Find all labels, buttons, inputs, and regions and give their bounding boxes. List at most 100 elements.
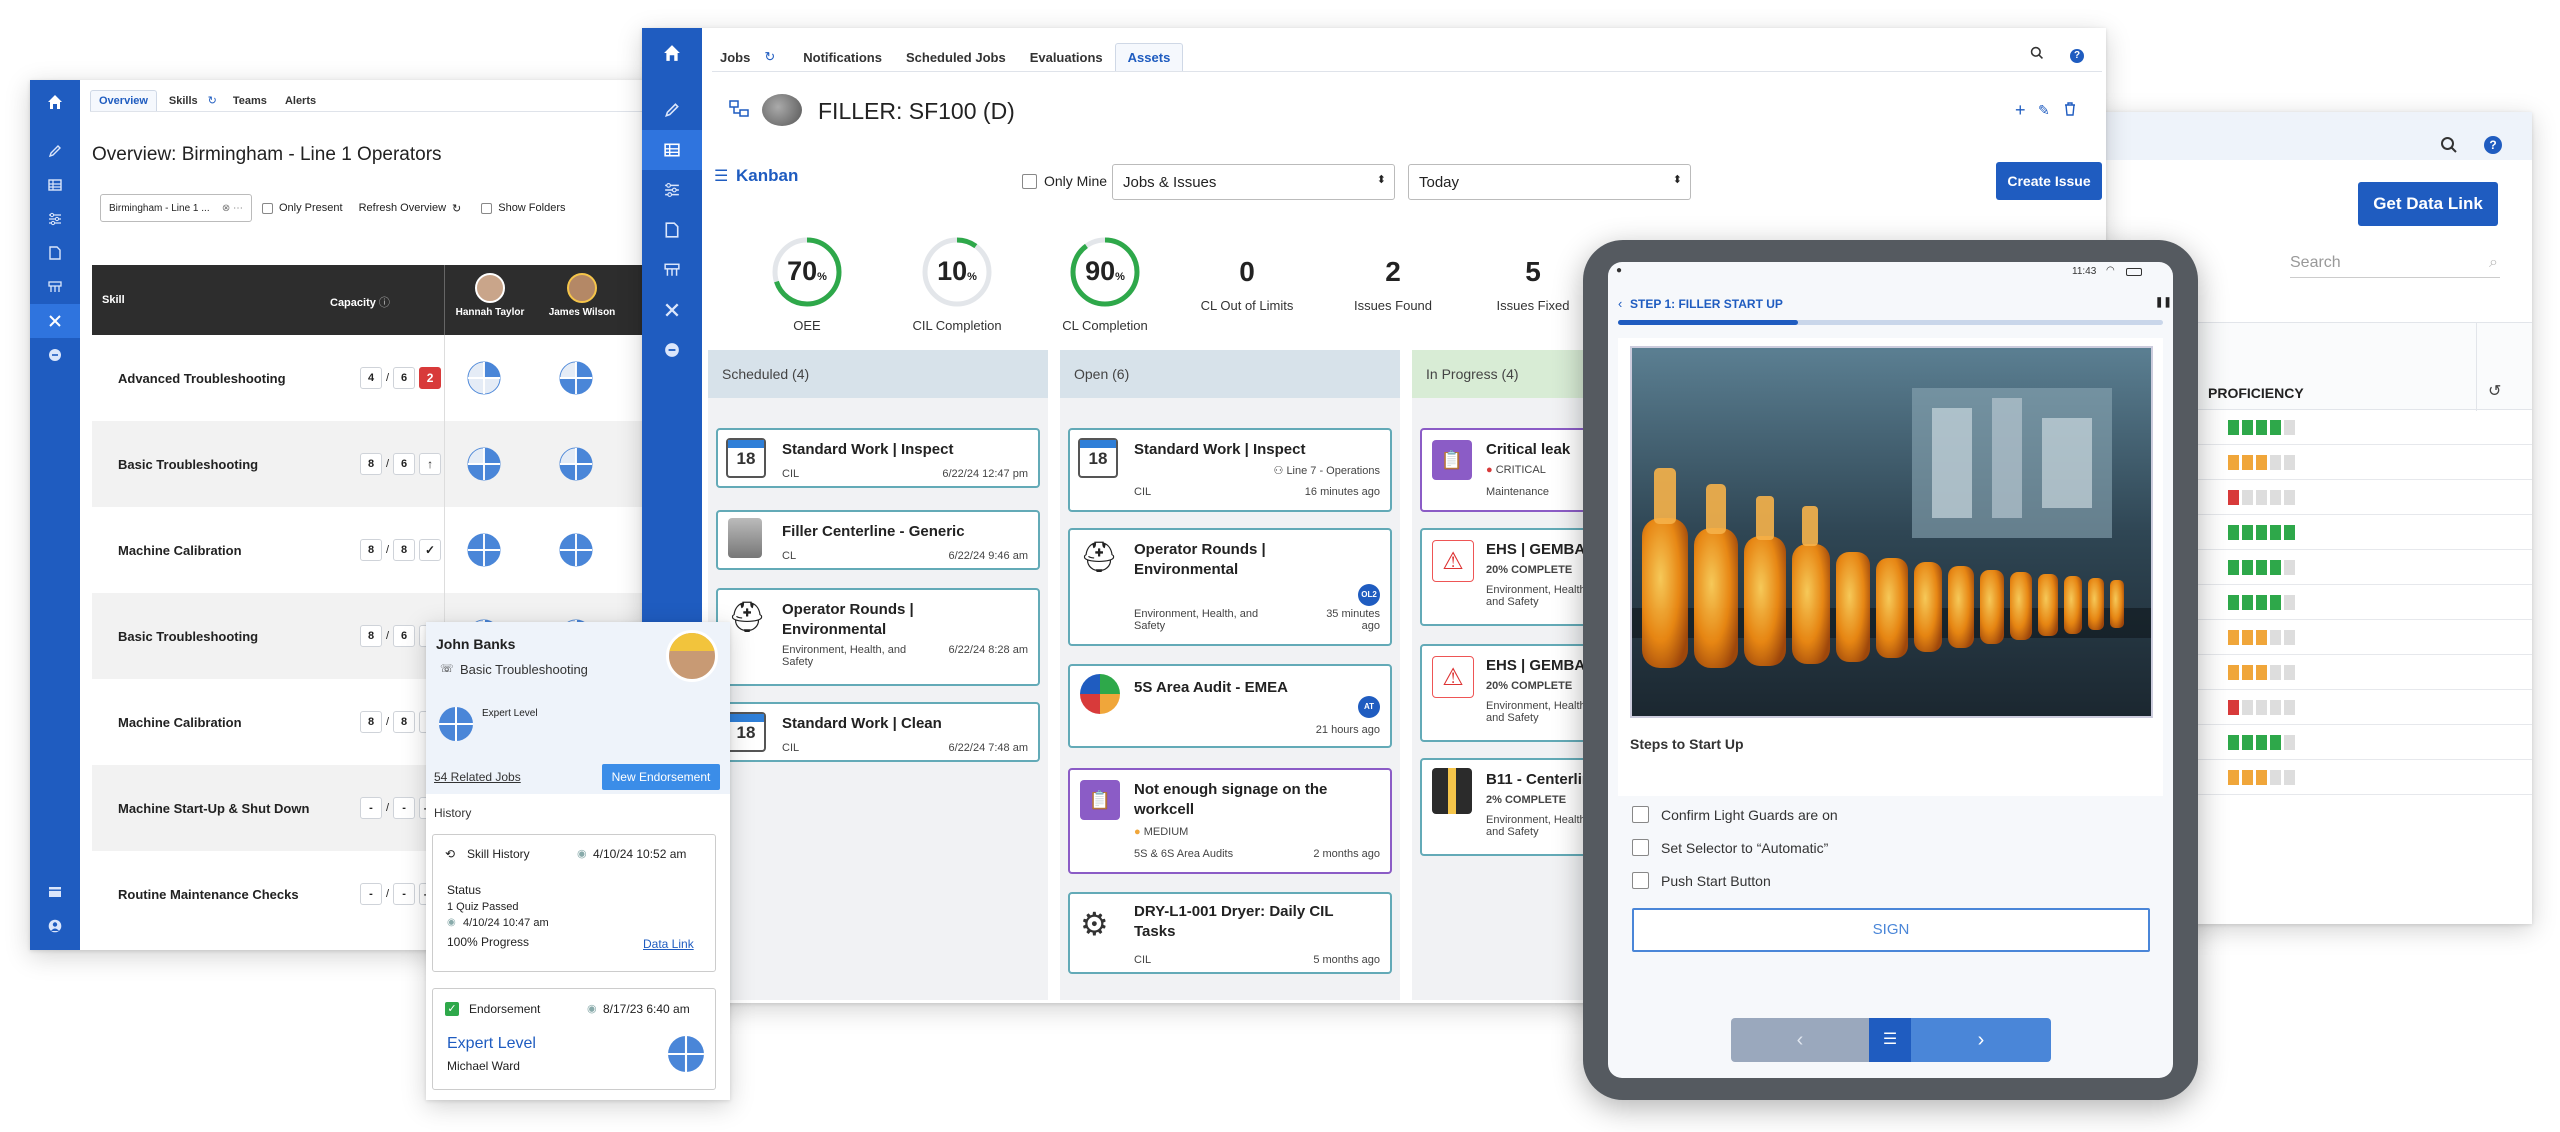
org-chart-icon[interactable] [642, 250, 702, 290]
metric-tile[interactable]: 0 CL Out of Limits [1182, 234, 1312, 313]
team-filter[interactable]: Birmingham - Line 1 ... ⊗ ⋯ [100, 194, 252, 222]
type-select[interactable]: Jobs & Issues ⬍ [1112, 164, 1395, 200]
hierarchy-icon[interactable] [728, 98, 750, 125]
proficiency-segment [2228, 630, 2239, 645]
new-endorsement-button[interactable]: New Endorsement [602, 764, 720, 790]
tools-icon[interactable] [30, 304, 80, 338]
add-icon[interactable]: + [2015, 100, 2026, 121]
kanban-card[interactable]: 18 Standard Work | Inspect CIL 6/22/24 12:4… [716, 428, 1040, 488]
org-chart-icon[interactable] [30, 270, 80, 304]
get-data-link-button[interactable]: Get Data Link [2358, 182, 2498, 226]
proficiency-segment [2242, 560, 2253, 575]
kanban-card[interactable]: ⛑ Operator Rounds | Environmental Environm… [716, 588, 1040, 686]
metric-tile[interactable]: 90% CL Completion [1040, 234, 1170, 333]
previous-button[interactable]: ‹ [1731, 1018, 1869, 1062]
card-tag: CL [782, 550, 797, 562]
proficiency-pie-icon[interactable] [559, 361, 593, 400]
help-icon[interactable]: ? [2484, 136, 2502, 154]
search-icon[interactable]: ⌕ [2489, 254, 2498, 272]
table-row[interactable]: Basic Troubleshooting 8 / 6 ↑ [92, 421, 670, 507]
instruction-card: Steps to Start Up [1618, 338, 2163, 796]
menu-icon[interactable]: ☰ [714, 166, 728, 186]
checklist-item[interactable]: Push Start Button [1632, 872, 1771, 889]
refresh-icon[interactable]: ↻ [452, 202, 461, 215]
data-link[interactable]: Data Link [643, 937, 694, 951]
refresh-icon[interactable]: ↻ [204, 90, 221, 111]
date-select[interactable]: Today ⬍ [1408, 164, 1691, 200]
tab-jobs[interactable]: Jobs [712, 44, 758, 71]
metric-tile[interactable]: 70% OEE [742, 234, 872, 333]
kanban-card[interactable]: 18 Standard Work | Clean CIL 6/22/24 7:48 a… [716, 702, 1040, 762]
sliders-icon[interactable] [642, 170, 702, 210]
tab-assets[interactable]: Assets [1114, 43, 1184, 71]
show-folders-checkbox[interactable] [481, 202, 493, 214]
help-icon[interactable]: ? [2070, 49, 2084, 63]
user-icon[interactable] [30, 908, 80, 944]
pencil-icon[interactable] [642, 90, 702, 130]
create-issue-button[interactable]: Create Issue [1996, 162, 2102, 200]
person-column[interactable]: James Wilson [536, 265, 628, 335]
metric-tile[interactable]: 2 Issues Found [1328, 234, 1458, 313]
sign-button[interactable]: SIGN [1632, 908, 2150, 952]
home-icon[interactable] [30, 80, 80, 124]
tab-evaluations[interactable]: Evaluations [1018, 44, 1115, 71]
back-icon[interactable]: ‹ [1618, 296, 1622, 311]
minus-circle-icon[interactable] [30, 338, 80, 372]
checklist-item[interactable]: Set Selector to “Automatic” [1632, 839, 1828, 856]
only-present-checkbox[interactable] [262, 202, 273, 214]
refresh-icon[interactable]: ↻ [758, 43, 781, 71]
search-input[interactable]: Search ⌕ [2290, 250, 2500, 278]
next-button[interactable]: › [1911, 1018, 2051, 1062]
minus-circle-icon[interactable] [642, 330, 702, 370]
refresh-overview-label[interactable]: Refresh Overview [359, 202, 446, 214]
card-title: Critical leak [1486, 441, 1571, 458]
tab-teams[interactable]: Teams [221, 91, 275, 111]
tab-alerts[interactable]: Alerts [275, 91, 324, 111]
proficiency-pie-icon[interactable] [467, 361, 501, 400]
proficiency-pie-icon[interactable] [559, 447, 593, 486]
pencil-icon[interactable] [30, 134, 80, 168]
checklist-item[interactable]: Confirm Light Guards are on [1632, 806, 1838, 823]
kanban-card[interactable]: ⛑ Operator Rounds | Environmental OL2 Envir… [1068, 528, 1392, 646]
only-mine-checkbox[interactable] [1022, 174, 1037, 189]
menu-button[interactable]: ☰ [1869, 1018, 1911, 1062]
checkbox[interactable] [1632, 839, 1649, 856]
table-icon[interactable] [642, 130, 702, 170]
metric-tile[interactable]: 10% CIL Completion [892, 234, 1022, 333]
sliders-icon[interactable] [30, 202, 80, 236]
person-column[interactable]: Hannah Taylor [444, 265, 536, 335]
trash-icon[interactable] [2064, 102, 2076, 121]
badge: AT [1358, 696, 1380, 718]
kanban-card[interactable]: 📋 Not enough signage on the workcell ● MED… [1068, 768, 1392, 874]
kanban-card[interactable]: 18 Standard Work | Inspect ⚇ Line 7 - Oper… [1068, 428, 1392, 512]
related-jobs-link[interactable]: 54 Related Jobs [434, 770, 521, 784]
kanban-card[interactable]: ⚙ DRY-L1-001 Dryer: Daily CIL Tasks CIL 5 m… [1068, 892, 1392, 974]
inbox-icon[interactable] [30, 876, 80, 908]
proficiency-segment [2256, 455, 2267, 470]
home-icon[interactable] [642, 28, 702, 78]
tools-icon[interactable] [642, 290, 702, 330]
proficiency-pie-icon[interactable] [467, 447, 501, 486]
table-icon[interactable] [30, 168, 80, 202]
metric-tile[interactable]: 5 Issues Fixed [1468, 234, 1598, 313]
document-icon[interactable] [30, 236, 80, 270]
tab-scheduled-jobs[interactable]: Scheduled Jobs [894, 44, 1018, 71]
checkbox[interactable] [1632, 872, 1649, 889]
checkbox[interactable] [1632, 806, 1649, 823]
table-row[interactable]: Advanced Troubleshooting 4 / 6 2 [92, 335, 670, 421]
document-icon[interactable] [642, 210, 702, 250]
pause-icon[interactable]: ❚❚ [2155, 297, 2172, 308]
clear-icon[interactable]: ⊗ ⋯ [222, 203, 243, 214]
reset-icon[interactable]: ↺ [2488, 381, 2501, 401]
kanban-card[interactable]: Filler Centerline - Generic CL 6/22/24 9:4… [716, 510, 1040, 570]
kanban-card[interactable]: 5S Area Audit - EMEA AT 21 hours ago [1068, 664, 1392, 748]
proficiency-pie-icon[interactable] [559, 533, 593, 572]
edit-icon[interactable]: ✎ [2038, 102, 2050, 119]
tab-overview[interactable]: Overview [90, 90, 157, 111]
search-icon[interactable] [2020, 40, 2054, 71]
search-icon[interactable] [2440, 136, 2458, 154]
tab-notifications[interactable]: Notifications [781, 44, 894, 71]
proficiency-pie-icon[interactable] [467, 533, 501, 572]
tab-skills[interactable]: Skills [157, 91, 204, 111]
table-row[interactable]: Machine Calibration 8 / 8 ✓ [92, 507, 670, 593]
